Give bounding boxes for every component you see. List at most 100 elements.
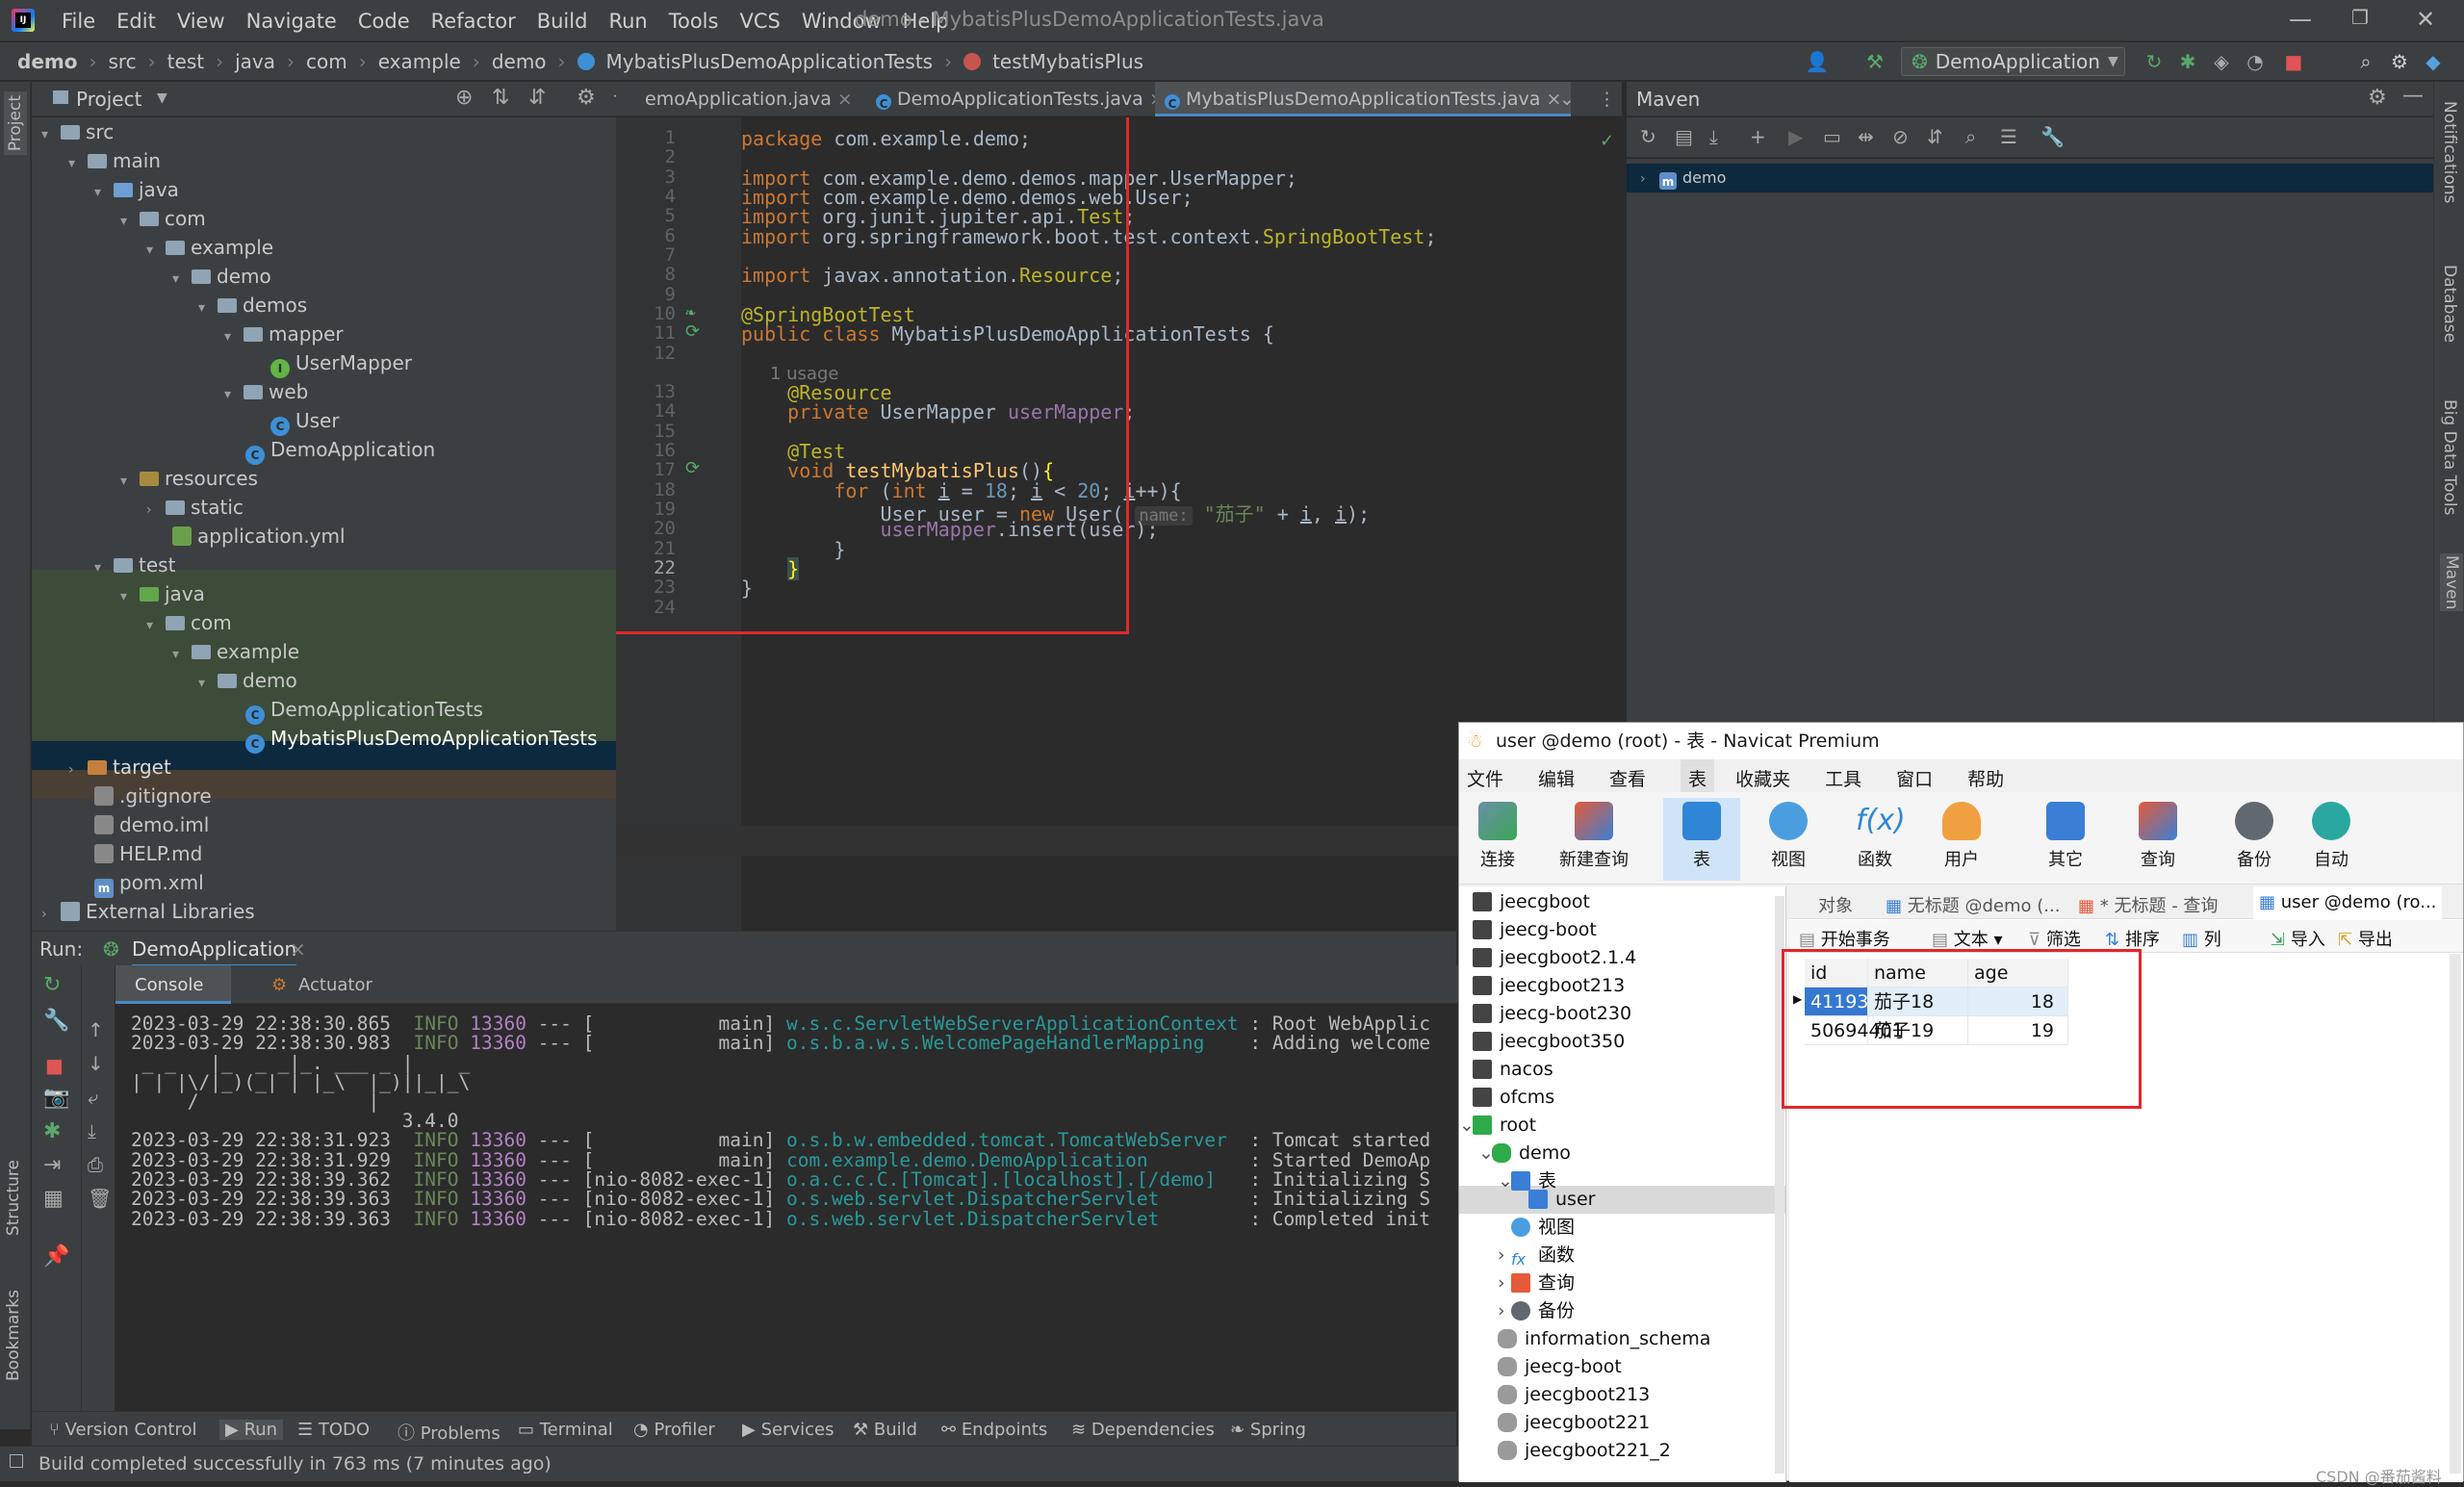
user-icon[interactable]: 👤: [1805, 50, 1830, 73]
scroll-to-end-icon[interactable]: ⤓: [88, 1119, 96, 1142]
nv-sort-button[interactable]: ⇅ 排序: [2105, 926, 2160, 951]
menu-file[interactable]: File: [62, 10, 95, 33]
run-config-tab[interactable]: DemoApplication: [132, 937, 297, 967]
tree-node[interactable]: › target: [68, 753, 171, 782]
crumb-demo[interactable]: demo: [17, 50, 77, 73]
nv-tree-node[interactable]: 视图: [1511, 1214, 1575, 1242]
crumb-test[interactable]: test: [167, 50, 204, 73]
menu-view[interactable]: View: [177, 10, 225, 33]
nv-tree-node[interactable]: jeecgboot350: [1473, 1028, 1625, 1056]
tree-node[interactable]: ▾ com: [120, 204, 206, 233]
nv-table-button[interactable]: 表: [1663, 798, 1740, 881]
settings-gear-icon[interactable]: ⚙: [577, 86, 596, 110]
tree-node[interactable]: ▾ example: [146, 233, 273, 262]
chevron-down-icon[interactable]: ⌄: [1559, 82, 1575, 116]
nv-tree-node-selected[interactable]: user: [1528, 1186, 1595, 1214]
tree-node[interactable]: m pom.xml: [94, 868, 204, 898]
reload-icon[interactable]: ↻: [1640, 125, 1656, 148]
nv-tree-node[interactable]: jeecgboot213: [1498, 1381, 1650, 1409]
menu-navigate[interactable]: Navigate: [246, 10, 337, 33]
tab-profiler[interactable]: ◔ Profiler: [633, 1420, 715, 1440]
maven-tool-tab[interactable]: Maven: [2440, 553, 2463, 612]
project-panel-title[interactable]: Project: [76, 88, 141, 111]
run-icon[interactable]: ▶: [1788, 125, 1803, 148]
nv-tree-node[interactable]: jeecgboot: [1473, 888, 1590, 916]
crumb-method[interactable]: testMybatisPlus: [992, 50, 1143, 73]
crumb-com[interactable]: com: [306, 50, 347, 73]
menu-build[interactable]: Build: [537, 10, 588, 33]
debug-icon[interactable]: ✱: [43, 1119, 61, 1143]
download-icon[interactable]: ⤓: [1709, 125, 1718, 148]
tree-node[interactable]: application.yml: [172, 522, 346, 551]
nv-tab-user-demo[interactable]: ▦ user @demo (ro...: [2253, 886, 2443, 919]
nv-function-button[interactable]: f(x) 函数: [1836, 798, 1913, 871]
tree-node[interactable]: HELP.md: [94, 839, 202, 868]
nv-tree-node[interactable]: › 备份: [1498, 1297, 1575, 1325]
tree-node[interactable]: ▾ test: [94, 551, 175, 579]
menu-edit[interactable]: Edit: [116, 10, 156, 33]
notifications-tool-tab[interactable]: Notifications: [2440, 101, 2459, 203]
nv-text-button[interactable]: ▤ 文本 ▾: [1932, 926, 2003, 951]
generate-sources-icon[interactable]: ▤: [1675, 125, 1693, 148]
crumb-example[interactable]: example: [378, 50, 461, 73]
exit-icon[interactable]: ⇥: [43, 1153, 61, 1177]
coverage-icon[interactable]: ◈: [2209, 50, 2234, 73]
show-diagram-icon[interactable]: ☰: [2000, 125, 2017, 148]
tree-node[interactable]: ▾ java: [120, 579, 205, 608]
lifecycle-icon[interactable]: ▭: [1823, 125, 1841, 148]
tree-node[interactable]: ▾ src: [41, 117, 114, 146]
nv-other-button[interactable]: 其它: [2027, 798, 2104, 871]
expand-all-icon[interactable]: ⇅: [492, 86, 509, 110]
nv-menu-help[interactable]: 帮助: [1967, 759, 2004, 792]
tab-todo[interactable]: ☰ TODO: [297, 1420, 370, 1440]
tree-node[interactable]: C DemoApplication: [245, 435, 435, 465]
close-window-icon[interactable]: ✕: [2397, 6, 2454, 33]
big-data-tools-tab[interactable]: Big Data Tools: [2440, 399, 2459, 515]
tab-services[interactable]: ▶ Services: [742, 1420, 834, 1440]
stop-icon[interactable]: ■: [2281, 50, 2306, 73]
tab-terminal[interactable]: ▭ Terminal: [518, 1420, 613, 1440]
tab-version-control[interactable]: ⑂ Version Control: [49, 1420, 197, 1440]
chevron-down-icon[interactable]: ▼: [157, 90, 167, 106]
nv-menu-table[interactable]: 表: [1681, 759, 1715, 792]
nv-tree-node[interactable]: ⌄ demo: [1478, 1140, 1571, 1167]
menu-tools[interactable]: Tools: [669, 10, 719, 33]
nv-columns-button[interactable]: ▥ 列: [2182, 926, 2221, 951]
nv-menu-view[interactable]: 查看: [1609, 759, 1646, 792]
rerun-icon[interactable]: ↻: [43, 973, 61, 997]
console-output[interactable]: 2023-03-29 22:38:30.865 INFO 13360 --- […: [116, 1005, 1463, 1390]
tree-node[interactable]: ▾ demos: [198, 291, 307, 320]
tree-node[interactable]: C DemoApplicationTests: [245, 695, 483, 725]
nv-menu-favorites[interactable]: 收藏夹: [1735, 759, 1790, 792]
nv-automation-button[interactable]: 自动: [2293, 798, 2370, 871]
nv-tree-node[interactable]: ofcms: [1473, 1084, 1554, 1112]
tree-node[interactable]: ▾ web: [224, 377, 308, 406]
maven-project-node[interactable]: › m demo: [1640, 164, 1726, 192]
toggle-icon[interactable]: ⇹: [1858, 125, 1874, 148]
arrow-down-icon[interactable]: ↓: [88, 1052, 104, 1075]
editor-tab-active[interactable]: C MybatisPlusDemoApplicationTests.java ×: [1155, 82, 1572, 116]
build-hammer-icon[interactable]: ⚒: [1862, 50, 1887, 73]
print-icon[interactable]: ⎙: [88, 1153, 103, 1176]
tab-console[interactable]: Console: [135, 975, 203, 995]
layout-icon[interactable]: ▦: [43, 1187, 64, 1211]
tree-node[interactable]: ▾ java: [94, 175, 179, 204]
crumb-class[interactable]: MybatisPlusDemoApplicationTests: [606, 50, 934, 73]
profile-icon[interactable]: ◔: [2243, 50, 2268, 73]
tree-node[interactable]: ▾ com: [146, 608, 232, 637]
tree-node[interactable]: ▾ mapper: [224, 320, 344, 348]
nv-tree-node[interactable]: ⌄ root: [1459, 1112, 1536, 1140]
menu-vcs[interactable]: VCS: [739, 10, 780, 33]
nv-connect-button[interactable]: 连接: [1459, 798, 1536, 871]
analyze-icon[interactable]: ⌕: [1965, 125, 1976, 148]
project-tool-tab[interactable]: Project: [4, 91, 27, 156]
tree-node[interactable]: › static: [146, 493, 244, 522]
tab-problems[interactable]: ⓘ Problems: [398, 1420, 500, 1445]
search-icon[interactable]: ⌕: [2353, 50, 2378, 73]
settings-gear-icon[interactable]: ⚙: [2368, 86, 2387, 110]
nv-menu-window[interactable]: 窗口: [1896, 759, 1933, 792]
tab-dependencies[interactable]: ≋ Dependencies: [1071, 1420, 1215, 1440]
nv-backup-button[interactable]: 备份: [2216, 798, 2293, 871]
tree-node[interactable]: demo.iml: [94, 810, 209, 839]
nv-view-button[interactable]: 视图: [1750, 798, 1827, 871]
